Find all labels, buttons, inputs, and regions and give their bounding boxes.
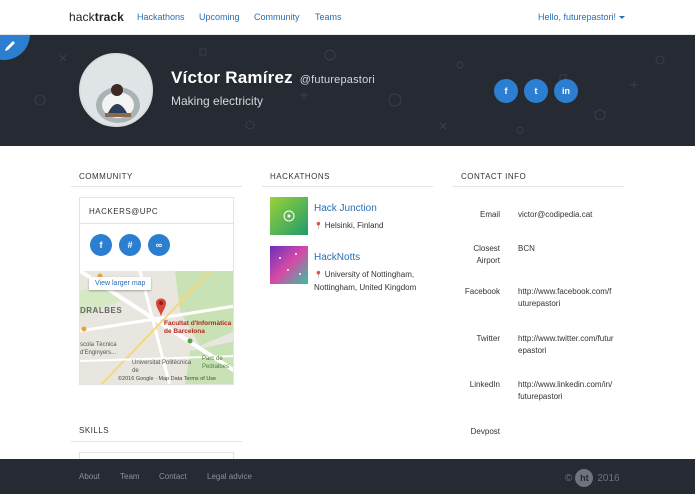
profile-header: Víctor Ramírez @futurepastori Making ele… xyxy=(0,35,695,146)
contact-label-airport: Closest Airport xyxy=(420,243,500,267)
hacknotts-logo[interactable] xyxy=(270,246,308,284)
contact-divider xyxy=(453,186,624,187)
facebook-icon: f xyxy=(99,240,103,250)
community-slack-button[interactable]: # xyxy=(119,234,141,256)
nav-teams[interactable]: Teams xyxy=(315,12,342,22)
nav-hackathons[interactable]: Hackathons xyxy=(137,12,185,22)
community-link-button[interactable]: ∞ xyxy=(148,234,170,256)
community-card: HACKERS@UPC f # ∞ View larger map DRALBE… xyxy=(79,197,234,385)
hackathon-location-junction: 📍 Helsinki, Finland xyxy=(314,220,432,233)
slack-icon: # xyxy=(127,240,133,250)
twitter-icon: t xyxy=(534,86,538,96)
link-icon: ∞ xyxy=(155,240,163,250)
view-larger-map-link[interactable]: View larger map xyxy=(89,277,152,290)
pencil-icon xyxy=(5,41,15,51)
hackathon-name-hacknotts[interactable]: HackNotts xyxy=(314,252,360,263)
chevron-down-icon xyxy=(619,16,625,20)
footer-link-team[interactable]: Team xyxy=(120,472,140,481)
footer-link-about[interactable]: About xyxy=(79,472,100,481)
copyright-symbol: © xyxy=(565,472,573,484)
user-greeting: Hello, futurepastori! xyxy=(537,12,616,22)
map-label-faculty: Facultat d'Informàtica de Barcelona xyxy=(164,320,232,335)
hack-junction-logo[interactable] xyxy=(270,197,308,235)
avatar xyxy=(79,53,153,127)
map-label-area: DRALBES xyxy=(80,306,123,315)
user-menu-dropdown[interactable]: Hello, futurepastori! xyxy=(538,12,625,22)
profile-name: Víctor Ramírez @futurepastori xyxy=(171,68,375,88)
footer-link-legal[interactable]: Legal advice xyxy=(207,472,252,481)
community-divider xyxy=(71,186,242,187)
contact-label-airport-text: Closest Airport xyxy=(473,244,500,265)
top-navbar: hacktrack Hackathons Upcoming Community … xyxy=(0,0,695,35)
footer-copyright: © ht 2016 xyxy=(565,469,620,487)
page-footer: About Team Contact Legal advice © ht 201… xyxy=(0,459,695,494)
footer-link-contact[interactable]: Contact xyxy=(159,472,187,481)
facebook-button[interactable]: f xyxy=(494,79,518,103)
contact-value-airport: BCN xyxy=(518,244,535,253)
map-label-parc: Parc de Pedralbes xyxy=(202,356,230,370)
nav-community[interactable]: Community xyxy=(254,12,300,22)
hackathons-divider xyxy=(262,186,433,187)
brand-logo[interactable]: hacktrack xyxy=(69,10,124,24)
contact-heading: CONTACT INFO xyxy=(461,172,527,181)
profile-full-name: Víctor Ramírez xyxy=(171,68,293,87)
map-pin-icon: 📍 xyxy=(314,272,323,279)
contact-value-facebook[interactable]: http://www.facebook.com/futurepastori xyxy=(518,286,614,310)
contact-label-facebook: Facebook xyxy=(464,287,500,296)
brand-light: hack xyxy=(69,10,95,24)
twitter-button[interactable]: t xyxy=(524,79,548,103)
hackathons-heading: HACKATHONS xyxy=(270,172,330,181)
map-label-universitat: Universitat Politècnica de xyxy=(132,360,192,374)
copyright-year: 2016 xyxy=(597,472,620,484)
contact-value-linkedin[interactable]: http://www.linkedin.com/in/futurepastori xyxy=(518,379,614,403)
contact-value-email[interactable]: victor@codipedia.cat xyxy=(518,209,614,221)
linkedin-button[interactable]: in xyxy=(554,79,578,103)
map-attribution: ©2016 Google · Map Data Terms of Use xyxy=(118,376,217,382)
community-card-divider xyxy=(80,223,233,224)
hackathon-location-text: University of Nottingham, Nottingham, Un… xyxy=(314,270,417,292)
nav-upcoming[interactable]: Upcoming xyxy=(199,12,240,22)
skills-divider xyxy=(71,441,242,442)
hackathon-location-text: Helsinki, Finland xyxy=(324,221,384,230)
community-facebook-button[interactable]: f xyxy=(90,234,112,256)
skills-heading: SKILLS xyxy=(79,426,110,435)
contact-label-linkedin: LinkedIn xyxy=(469,380,500,389)
facebook-icon: f xyxy=(504,86,508,96)
hackathon-location-hacknotts: 📍 University of Nottingham, Nottingham, U… xyxy=(314,269,432,294)
profile-bio: Making electricity xyxy=(171,94,264,108)
community-map[interactable]: View larger map DRALBES Facultat d'Infor… xyxy=(80,271,233,384)
profile-handle: @futurepastori xyxy=(299,74,375,86)
contact-label-twitter: Twitter xyxy=(476,334,500,343)
community-card-title: HACKERS@UPC xyxy=(89,207,159,216)
contact-value-twitter[interactable]: http://www.twitter.com/futurepastori xyxy=(518,333,614,357)
brand-bold: track xyxy=(94,10,124,24)
contact-label-devpost: Devpost xyxy=(470,427,500,436)
community-heading: COMMUNITY xyxy=(79,172,133,181)
contact-label-email: Email xyxy=(479,210,500,219)
linkedin-icon: in xyxy=(562,86,570,96)
hackathon-name-junction[interactable]: Hack Junction xyxy=(314,203,377,214)
page-root: hacktrack Hackathons Upcoming Community … xyxy=(0,0,695,494)
map-pin-icon: 📍 xyxy=(314,223,323,230)
map-label-escola: scola Tècnica d'Enginyers... xyxy=(80,342,117,356)
hacktrack-logo-icon: ht xyxy=(575,469,594,487)
